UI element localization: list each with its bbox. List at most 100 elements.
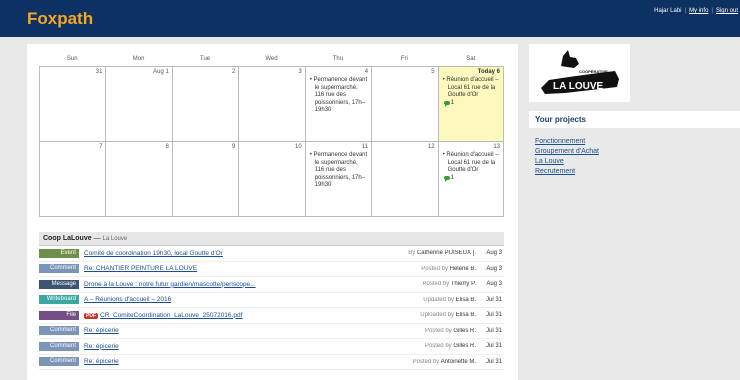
project-link-groupement[interactable]: Groupement d'Achat	[535, 147, 599, 157]
day-number: 10	[295, 144, 302, 150]
day-number: 8	[165, 144, 169, 150]
day-header: Fri	[400, 56, 408, 62]
activity-date: Jul 31	[485, 312, 502, 319]
user-menu: Hajar Labi | My info | Sign out	[654, 8, 738, 14]
day-header: Thu	[332, 56, 344, 62]
activity-date: Aug 3	[486, 250, 502, 257]
type-badge: Comment	[39, 326, 79, 336]
activity-row: Event Comité de coordination 19h30, loca…	[39, 246, 504, 262]
activity-author: Posted by Antoinette M.	[412, 358, 476, 365]
project-name[interactable]: Coop LaLouve	[43, 235, 92, 242]
calendar-day[interactable]: 4 • Permanence devant le supermarché, 11…	[304, 67, 371, 141]
your-projects-heading: Your projects	[529, 111, 740, 128]
activity-row: File PDF CR_ComiteCoordination_LaLouve_25…	[39, 308, 504, 324]
project-link-fonctionnement[interactable]: Fonctionnement	[535, 137, 599, 147]
calendar-event[interactable]: • Permanence devant le supermarché, 116 …	[309, 152, 368, 190]
calendar-day[interactable]: Aug 1	[105, 67, 171, 141]
day-number: 3	[298, 69, 302, 75]
calendar-day[interactable]: 8	[105, 142, 171, 216]
type-badge: File	[39, 310, 79, 320]
activity-author: Posted by Helene B.	[421, 265, 476, 272]
comment-count[interactable]: 1	[443, 175, 454, 182]
comment-count[interactable]: 1	[443, 100, 454, 107]
calendar-day[interactable]: 12	[371, 142, 437, 216]
activity-link[interactable]: Comité de coordination 19h30, local Gout…	[84, 250, 223, 257]
activity-author: Posted by Gilles R.	[424, 327, 476, 334]
separator: —	[93, 235, 101, 242]
user-name: Hajar Labi	[654, 8, 682, 14]
client-name: La Louve	[102, 236, 128, 242]
activity-row: Comment Re: épicerie Posted by Gilles R.…	[39, 339, 504, 355]
calendar-day[interactable]: 11 • Permanence devant le supermarché, 1…	[304, 142, 371, 216]
day-number: 5	[431, 69, 435, 75]
project-link-la-louve[interactable]: La Louve	[535, 157, 599, 167]
day-header: Sat	[466, 56, 476, 62]
event-text: Permanence devant le supermarché, 116 ru…	[313, 77, 368, 113]
activity-row: Message Drone à la Louve : notre futur g…	[39, 277, 504, 293]
activity-link[interactable]: CR_ComiteCoordination_LaLouve_25072016.p…	[100, 312, 242, 319]
pdf-icon: PDF	[84, 312, 98, 319]
calendar-day[interactable]: 10	[238, 142, 304, 216]
calendar-day[interactable]: 9	[171, 142, 238, 216]
calendar-day-headers: Sun Mon Tue Wed Thu Fri Sat	[39, 56, 504, 66]
calendar-day[interactable]: 31	[39, 67, 105, 141]
project-list: Fonctionnement Groupement d'Achat La Lou…	[535, 137, 599, 177]
activity-link[interactable]: Re: épicerie	[84, 358, 119, 365]
calendar-day[interactable]: 3	[238, 67, 304, 141]
type-badge: Message	[39, 279, 79, 289]
activity-author: Uploaded by Elisa B.	[420, 312, 476, 319]
calendar-event[interactable]: • Permanence devant le supermarché, 116 …	[309, 77, 368, 115]
activity-row: Writeboard A – Réunions d'accueil – 2016…	[39, 293, 504, 308]
day-header: Tue	[200, 56, 211, 62]
activity-author: Posted by Thierry P.	[422, 281, 476, 288]
event-text: Permanence devant le supermarché, 116 ru…	[313, 152, 368, 188]
day-number: 11	[361, 144, 369, 150]
logo-big-text: LA LOUVE	[553, 81, 604, 92]
type-badge: Comment	[39, 264, 79, 274]
activity-link[interactable]: Drone à la Louve : notre futur gardien/m…	[84, 281, 256, 288]
day-header: Mon	[132, 56, 145, 62]
day-number: 7	[99, 144, 103, 150]
day-number: Today 6	[477, 69, 500, 75]
calendar-week: 7 8 9 10 11 • Permanence devant le super…	[39, 141, 504, 216]
main-panel: Sun Mon Tue Wed Thu Fri Sat 31 Aug 1 2 3…	[27, 44, 518, 380]
activity-row: Comment Re: épicerie Posted by Gilles R.…	[39, 324, 504, 339]
day-number: 9	[231, 144, 236, 150]
activity-link[interactable]: Re: épicerie	[84, 327, 119, 334]
calendar: Sun Mon Tue Wed Thu Fri Sat 31 Aug 1 2 3…	[39, 56, 504, 217]
calendar-event[interactable]: • Réunion d'accueil – Local 61 rue de la…	[442, 77, 500, 100]
day-number: Aug 1	[153, 69, 169, 75]
event-text: Réunion d'accueil – Local 61 rue de la G…	[446, 152, 499, 173]
activity-row: Comment Re: épicerie Posted by Antoinett…	[39, 355, 504, 370]
activity-date: Jul 31	[485, 358, 502, 365]
calendar-day-today[interactable]: Today 6 • Réunion d'accueil – Local 61 r…	[437, 67, 504, 141]
activity-date: Aug 3	[486, 281, 502, 288]
activity-link[interactable]: Re: CHANTIER PEINTURE LA LOUVE	[84, 265, 197, 272]
activity-row: Comment Re: CHANTIER PEINTURE LA LOUVE P…	[39, 262, 504, 277]
day-number: 13	[493, 144, 500, 150]
calendar-day[interactable]: 7	[39, 142, 105, 216]
day-header: Wed	[265, 56, 278, 62]
calendar-event[interactable]: • Réunion d'accueil – Local 61 rue de la…	[442, 152, 500, 175]
activity-link[interactable]: Re: épicerie	[84, 343, 119, 350]
activity-link[interactable]: A – Réunions d'accueil – 2016	[84, 296, 171, 303]
separator: |	[684, 8, 687, 14]
type-badge: Event	[39, 248, 79, 258]
project-link-recrutement[interactable]: Recrutement	[535, 167, 599, 177]
activity-date: Jul 31	[485, 327, 502, 334]
activity-author: Posted by Gilles R.	[424, 343, 476, 350]
day-number: 4	[364, 69, 369, 75]
comment-bubble-icon	[443, 175, 450, 182]
activity-date: Aug 3	[486, 265, 502, 272]
activity-author: Updated by Elisa B.	[423, 296, 476, 303]
activity-date: Jul 31	[485, 296, 502, 303]
sign-out-link[interactable]: Sign out	[716, 8, 738, 14]
calendar-day[interactable]: 2	[171, 67, 238, 141]
activity-header: Coop LaLouve — La Louve	[39, 232, 504, 246]
my-info-link[interactable]: My info	[689, 8, 708, 14]
project-logo: COOPÉRATIVE LA LOUVE	[529, 44, 630, 102]
app-logo[interactable]: Foxpath	[27, 9, 93, 29]
calendar-day[interactable]: 13 • Réunion d'accueil – Local 61 rue de…	[437, 142, 504, 216]
calendar-day[interactable]: 5	[371, 67, 437, 141]
activity-author: By Catherine PUISEUX [.	[408, 250, 476, 257]
